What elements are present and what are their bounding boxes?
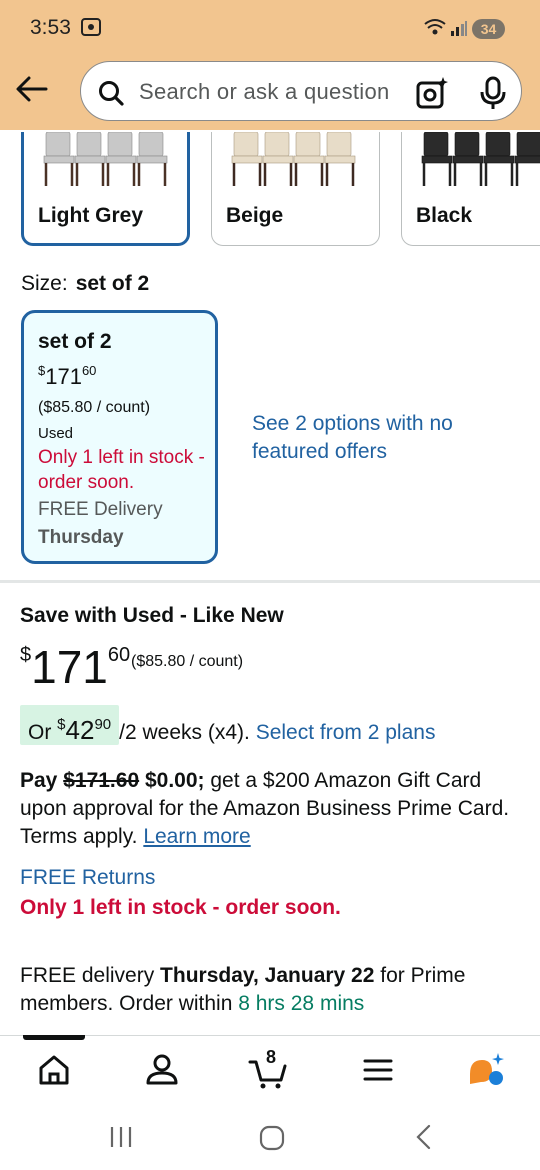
free-returns-link[interactable]: FREE Returns bbox=[20, 866, 155, 890]
color-option-black[interactable]: Black bbox=[401, 132, 540, 246]
search-input[interactable]: Search or ask a question bbox=[80, 61, 522, 121]
installment-chip: Or $4290 bbox=[20, 705, 120, 745]
installment-plan: Or $4290/2 weeks (x4). Select from 2 pla… bbox=[20, 705, 435, 745]
offer-title: Save with Used - Like New bbox=[20, 604, 284, 627]
offer-price: $17160 bbox=[20, 641, 131, 693]
promo-old-price: $171.60 bbox=[63, 769, 140, 792]
status-bar: 3:53 34 bbox=[0, 0, 540, 56]
section-divider bbox=[0, 580, 540, 583]
chair-image-light-grey bbox=[43, 132, 168, 186]
size-option-set-of-2[interactable]: set of 2 $17160 ($85.80 / count) Used On… bbox=[21, 310, 218, 564]
wifi-icon bbox=[424, 19, 446, 35]
signal-icon bbox=[451, 21, 467, 36]
home-button-icon[interactable] bbox=[258, 1124, 286, 1152]
chair-image-beige bbox=[231, 132, 356, 186]
screen-record-icon bbox=[81, 18, 101, 36]
size-option-price: $17160 bbox=[38, 363, 97, 389]
search-icon bbox=[99, 81, 124, 106]
size-option-unit-price: ($85.80 / count) bbox=[38, 399, 151, 416]
delivery-countdown: 8 hrs 28 mins bbox=[238, 992, 365, 1015]
account-icon[interactable] bbox=[142, 1050, 182, 1090]
size-selected-value: set of 2 bbox=[75, 272, 150, 295]
color-label: Light Grey bbox=[38, 204, 144, 227]
size-option-delivery-day: Thursday bbox=[38, 527, 124, 548]
microphone-icon[interactable] bbox=[479, 76, 507, 110]
recent-apps-icon[interactable] bbox=[108, 1124, 134, 1150]
size-option-title: set of 2 bbox=[38, 330, 112, 353]
color-label: Black bbox=[416, 204, 473, 227]
menu-icon[interactable] bbox=[358, 1050, 398, 1090]
size-option-delivery: FREE Delivery bbox=[38, 499, 163, 520]
rufus-icon[interactable] bbox=[466, 1050, 506, 1090]
offer-unit-price: ($85.80 / count) bbox=[131, 653, 244, 670]
select-plans-link[interactable]: Select from 2 plans bbox=[256, 721, 436, 744]
credit-card-promo: Pay $171.60 $0.00; get a $200 Amazon Gif… bbox=[20, 769, 510, 848]
status-time: 3:53 bbox=[30, 16, 71, 39]
system-back-icon[interactable] bbox=[412, 1124, 436, 1150]
home-icon[interactable] bbox=[34, 1050, 74, 1090]
installment-terms: /2 weeks (x4). bbox=[119, 721, 250, 744]
delivery-message: FREE delivery Thursday, January 22 for P… bbox=[20, 964, 466, 1015]
delivery-date: Thursday, January 22 bbox=[160, 964, 375, 987]
color-option-light-grey[interactable]: Light Grey bbox=[21, 132, 190, 246]
search-placeholder: Search or ask a question bbox=[139, 79, 390, 104]
promo-new-price: $0.00; bbox=[144, 769, 205, 792]
see-options-link[interactable]: See 2 options with no featured offers bbox=[252, 410, 472, 466]
active-tab-indicator bbox=[23, 1035, 85, 1040]
size-selector-label: Size: set of 2 bbox=[21, 272, 149, 296]
chair-image-black bbox=[421, 132, 540, 186]
size-option-condition: Used bbox=[38, 425, 74, 442]
back-arrow-icon[interactable] bbox=[14, 74, 50, 104]
battery-indicator: 34 bbox=[472, 19, 505, 39]
size-label: Size: bbox=[21, 272, 68, 295]
stock-alert: Only 1 left in stock - order soon. bbox=[20, 896, 341, 919]
cart-count-badge: 8 bbox=[266, 1047, 277, 1067]
color-option-beige[interactable]: Beige bbox=[211, 132, 380, 246]
color-label: Beige bbox=[226, 204, 284, 227]
app-header: Search or ask a question bbox=[0, 56, 540, 130]
camera-lens-icon[interactable] bbox=[415, 76, 449, 110]
size-option-stock: Only 1 left in stock - order soon. bbox=[38, 447, 205, 493]
learn-more-link[interactable]: Learn more bbox=[143, 825, 250, 848]
